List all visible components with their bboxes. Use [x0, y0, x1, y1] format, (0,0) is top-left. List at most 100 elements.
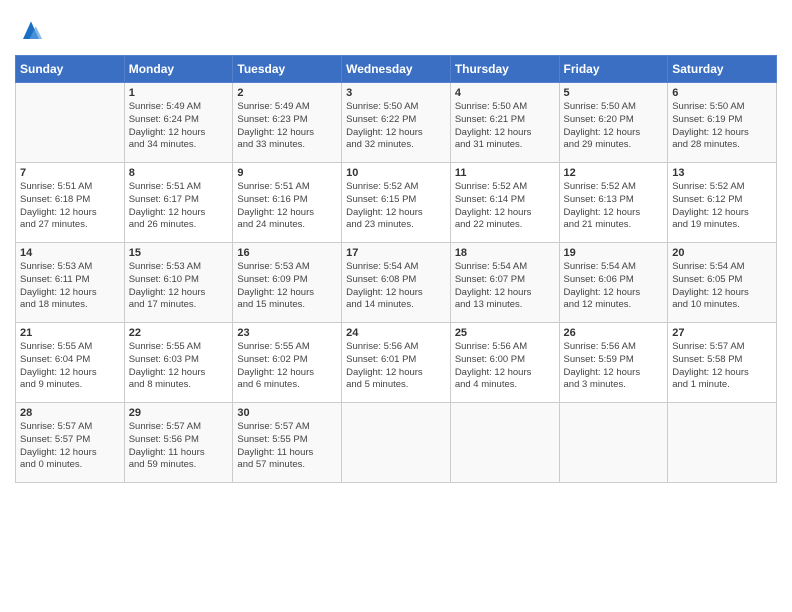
day-content: Sunrise: 5:56 AM Sunset: 6:01 PM Dayligh…	[346, 341, 446, 392]
day-content: Sunrise: 5:54 AM Sunset: 6:06 PM Dayligh…	[564, 261, 664, 312]
logo-icon	[15, 15, 47, 47]
day-number: 1	[129, 87, 229, 99]
logo	[15, 15, 51, 47]
calendar-cell: 28 Sunrise: 5:57 AM Sunset: 5:57 PM Dayli…	[16, 403, 125, 483]
day-content: Sunrise: 5:57 AM Sunset: 5:57 PM Dayligh…	[20, 421, 120, 472]
day-number: 8	[129, 167, 229, 179]
calendar-cell: 20 Sunrise: 5:54 AM Sunset: 6:05 PM Dayli…	[668, 243, 777, 323]
calendar-cell: 21Sunrise: 5:55 AM Sunset: 6:04 PM Dayli…	[16, 323, 125, 403]
calendar-cell: 10 Sunrise: 5:52 AM Sunset: 6:15 PM Dayli…	[342, 163, 451, 243]
calendar-cell	[342, 403, 451, 483]
calendar-week-row: 1 Sunrise: 5:49 AM Sunset: 6:24 PM Daylig…	[16, 83, 777, 163]
day-content: Sunrise: 5:51 AM Sunset: 6:18 PM Dayligh…	[20, 181, 120, 232]
day-number: 5	[564, 87, 664, 99]
day-number: 4	[455, 87, 555, 99]
calendar-week-row: 21Sunrise: 5:55 AM Sunset: 6:04 PM Dayli…	[16, 323, 777, 403]
calendar-cell	[559, 403, 668, 483]
calendar-cell: 25 Sunrise: 5:56 AM Sunset: 6:00 PM Dayli…	[450, 323, 559, 403]
day-content: Sunrise: 5:54 AM Sunset: 6:05 PM Dayligh…	[672, 261, 772, 312]
calendar-cell: 12Sunrise: 5:52 AM Sunset: 6:13 PM Dayli…	[559, 163, 668, 243]
weekday-header-wednesday: Wednesday	[342, 56, 451, 83]
calendar-cell: 24 Sunrise: 5:56 AM Sunset: 6:01 PM Dayli…	[342, 323, 451, 403]
weekday-header-sunday: Sunday	[16, 56, 125, 83]
day-number: 29	[129, 407, 229, 419]
day-content: Sunrise: 5:51 AM Sunset: 6:17 PM Dayligh…	[129, 181, 229, 232]
day-content: Sunrise: 5:50 AM Sunset: 6:22 PM Dayligh…	[346, 101, 446, 152]
calendar-header-row: SundayMondayTuesdayWednesdayThursdayFrid…	[16, 56, 777, 83]
day-number: 24	[346, 327, 446, 339]
day-number: 26	[564, 327, 664, 339]
calendar-cell: 3 Sunrise: 5:50 AM Sunset: 6:22 PM Daylig…	[342, 83, 451, 163]
day-content: Sunrise: 5:54 AM Sunset: 6:07 PM Dayligh…	[455, 261, 555, 312]
calendar-cell: 30Sunrise: 5:57 AM Sunset: 5:55 PM Dayli…	[233, 403, 342, 483]
day-number: 3	[346, 87, 446, 99]
day-number: 17	[346, 247, 446, 259]
calendar-cell: 5 Sunrise: 5:50 AM Sunset: 6:20 PM Daylig…	[559, 83, 668, 163]
day-content: Sunrise: 5:50 AM Sunset: 6:21 PM Dayligh…	[455, 101, 555, 152]
day-content: Sunrise: 5:50 AM Sunset: 6:20 PM Dayligh…	[564, 101, 664, 152]
calendar-cell: 2 Sunrise: 5:49 AM Sunset: 6:23 PM Daylig…	[233, 83, 342, 163]
calendar-cell: 17Sunrise: 5:54 AM Sunset: 6:08 PM Dayli…	[342, 243, 451, 323]
weekday-header-monday: Monday	[124, 56, 233, 83]
calendar-cell: 1 Sunrise: 5:49 AM Sunset: 6:24 PM Daylig…	[124, 83, 233, 163]
calendar-cell: 4 Sunrise: 5:50 AM Sunset: 6:21 PM Daylig…	[450, 83, 559, 163]
day-number: 27	[672, 327, 772, 339]
day-content: Sunrise: 5:52 AM Sunset: 6:12 PM Dayligh…	[672, 181, 772, 232]
calendar-cell: 9 Sunrise: 5:51 AM Sunset: 6:16 PM Daylig…	[233, 163, 342, 243]
day-content: Sunrise: 5:55 AM Sunset: 6:03 PM Dayligh…	[129, 341, 229, 392]
day-number: 16	[237, 247, 337, 259]
day-content: Sunrise: 5:52 AM Sunset: 6:15 PM Dayligh…	[346, 181, 446, 232]
day-content: Sunrise: 5:56 AM Sunset: 6:00 PM Dayligh…	[455, 341, 555, 392]
weekday-header-friday: Friday	[559, 56, 668, 83]
calendar-week-row: 7 Sunrise: 5:51 AM Sunset: 6:18 PM Daylig…	[16, 163, 777, 243]
calendar-cell	[16, 83, 125, 163]
day-number: 21	[20, 327, 120, 339]
calendar-week-row: 28 Sunrise: 5:57 AM Sunset: 5:57 PM Dayli…	[16, 403, 777, 483]
calendar-cell: 7 Sunrise: 5:51 AM Sunset: 6:18 PM Daylig…	[16, 163, 125, 243]
day-content: Sunrise: 5:53 AM Sunset: 6:11 PM Dayligh…	[20, 261, 120, 312]
day-number: 13	[672, 167, 772, 179]
day-content: Sunrise: 5:57 AM Sunset: 5:58 PM Dayligh…	[672, 341, 772, 392]
calendar-table: SundayMondayTuesdayWednesdayThursdayFrid…	[15, 55, 777, 483]
calendar-week-row: 14 Sunrise: 5:53 AM Sunset: 6:11 PM Dayli…	[16, 243, 777, 323]
day-number: 28	[20, 407, 120, 419]
calendar-cell: 26 Sunrise: 5:56 AM Sunset: 5:59 PM Dayli…	[559, 323, 668, 403]
calendar-cell	[450, 403, 559, 483]
calendar-cell: 8 Sunrise: 5:51 AM Sunset: 6:17 PM Daylig…	[124, 163, 233, 243]
calendar-cell: 29Sunrise: 5:57 AM Sunset: 5:56 PM Dayli…	[124, 403, 233, 483]
day-number: 22	[129, 327, 229, 339]
calendar-cell: 14 Sunrise: 5:53 AM Sunset: 6:11 PM Dayli…	[16, 243, 125, 323]
day-content: Sunrise: 5:49 AM Sunset: 6:24 PM Dayligh…	[129, 101, 229, 152]
day-number: 23	[237, 327, 337, 339]
day-number: 10	[346, 167, 446, 179]
calendar-cell: 23Sunrise: 5:55 AM Sunset: 6:02 PM Dayli…	[233, 323, 342, 403]
day-content: Sunrise: 5:53 AM Sunset: 6:09 PM Dayligh…	[237, 261, 337, 312]
day-number: 18	[455, 247, 555, 259]
day-content: Sunrise: 5:51 AM Sunset: 6:16 PM Dayligh…	[237, 181, 337, 232]
calendar-cell: 18 Sunrise: 5:54 AM Sunset: 6:07 PM Dayli…	[450, 243, 559, 323]
day-number: 15	[129, 247, 229, 259]
day-content: Sunrise: 5:56 AM Sunset: 5:59 PM Dayligh…	[564, 341, 664, 392]
day-number: 14	[20, 247, 120, 259]
calendar-cell: 19 Sunrise: 5:54 AM Sunset: 6:06 PM Dayli…	[559, 243, 668, 323]
weekday-header-saturday: Saturday	[668, 56, 777, 83]
calendar-cell: 6 Sunrise: 5:50 AM Sunset: 6:19 PM Daylig…	[668, 83, 777, 163]
day-content: Sunrise: 5:50 AM Sunset: 6:19 PM Dayligh…	[672, 101, 772, 152]
day-content: Sunrise: 5:49 AM Sunset: 6:23 PM Dayligh…	[237, 101, 337, 152]
day-number: 19	[564, 247, 664, 259]
page-header	[15, 10, 777, 47]
day-number: 2	[237, 87, 337, 99]
day-number: 20	[672, 247, 772, 259]
day-number: 9	[237, 167, 337, 179]
day-number: 11	[455, 167, 555, 179]
weekday-header-thursday: Thursday	[450, 56, 559, 83]
weekday-header-tuesday: Tuesday	[233, 56, 342, 83]
day-content: Sunrise: 5:52 AM Sunset: 6:14 PM Dayligh…	[455, 181, 555, 232]
calendar-cell: 11 Sunrise: 5:52 AM Sunset: 6:14 PM Dayli…	[450, 163, 559, 243]
day-number: 6	[672, 87, 772, 99]
day-number: 12	[564, 167, 664, 179]
calendar-cell	[668, 403, 777, 483]
day-number: 7	[20, 167, 120, 179]
day-number: 25	[455, 327, 555, 339]
day-number: 30	[237, 407, 337, 419]
